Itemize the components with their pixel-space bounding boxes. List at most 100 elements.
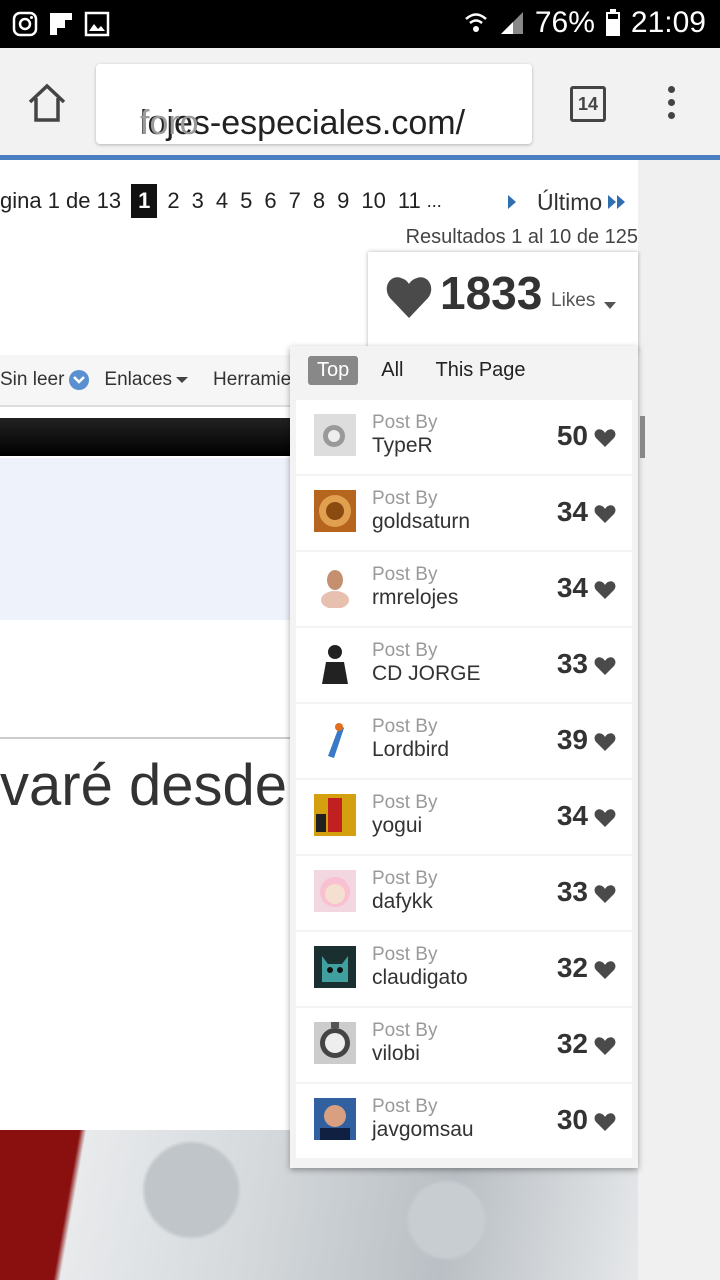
- likes-summary[interactable]: 1833 Likes: [368, 252, 638, 352]
- post-author[interactable]: dafykk: [372, 890, 433, 914]
- page-side-strip: [638, 160, 720, 1280]
- dropdown-caret-icon[interactable]: [175, 375, 189, 385]
- unread-down-icon[interactable]: [68, 369, 90, 391]
- tab-top[interactable]: Top: [308, 356, 359, 385]
- post-author[interactable]: TypeR: [372, 434, 433, 458]
- likes-dropdown-caret-icon[interactable]: [604, 302, 616, 309]
- likes-label: Likes: [551, 290, 596, 311]
- heart-icon: [594, 733, 616, 751]
- heart-icon: [594, 657, 616, 675]
- page-link[interactable]: 7: [283, 188, 307, 214]
- like-score: 34: [556, 800, 588, 831]
- signal-icon: [500, 12, 523, 34]
- page-link[interactable]: 11: [392, 188, 427, 214]
- last-page-link[interactable]: Último: [495, 186, 635, 218]
- links-menu[interactable]: Enlaces: [104, 369, 189, 391]
- last-page-label[interactable]: Último: [537, 189, 602, 216]
- avatar: [314, 794, 356, 836]
- avatar: [314, 414, 356, 456]
- likes-list-item[interactable]: Post By yogui 34: [296, 780, 632, 854]
- heart-icon: [594, 581, 616, 599]
- page-link[interactable]: 10: [355, 188, 391, 214]
- like-score: 34: [556, 496, 588, 527]
- likes-list-item[interactable]: Post By vilobi 32: [296, 1008, 632, 1082]
- avatar: [314, 642, 356, 684]
- page-link[interactable]: 2: [161, 188, 185, 214]
- home-icon[interactable]: [24, 80, 70, 126]
- tools-menu[interactable]: Herramie: [213, 369, 291, 391]
- heart-icon: [594, 1113, 616, 1131]
- post-author[interactable]: javgomsau: [372, 1118, 474, 1142]
- likes-tabs: Top All This Page: [308, 356, 535, 385]
- likes-list-item[interactable]: Post By Lordbird 39: [296, 704, 632, 778]
- like-score: 34: [556, 572, 588, 603]
- post-author[interactable]: rmrelojes: [372, 586, 458, 610]
- heart-icon: [594, 885, 616, 903]
- likes-list-item[interactable]: Post By dafykk 33: [296, 856, 632, 930]
- page-count-label: gina 1 de 13: [0, 188, 122, 213]
- status-bar: 76% 21:09: [0, 0, 720, 48]
- content-panel: [0, 458, 296, 620]
- wifi-icon: [465, 13, 487, 32]
- page-link[interactable]: 8: [307, 188, 331, 214]
- post-author[interactable]: vilobi: [372, 1042, 420, 1066]
- heart-icon: [386, 277, 432, 318]
- post-author[interactable]: yogui: [372, 814, 422, 838]
- page-link[interactable]: 3: [186, 188, 210, 214]
- post-author[interactable]: claudigato: [372, 966, 468, 990]
- like-score: 30: [556, 1104, 588, 1135]
- fast-forward-icon[interactable]: [606, 193, 628, 211]
- tab-switcher-button[interactable]: 14: [570, 86, 606, 122]
- avatar: [314, 870, 356, 912]
- page-link[interactable]: 9: [331, 188, 355, 214]
- likes-list-item[interactable]: Post By goldsaturn 34: [296, 476, 632, 550]
- like-score: 33: [556, 648, 588, 679]
- forum-toolbar: Sin leer Enlaces Herramie: [0, 355, 300, 407]
- avatar: [314, 1098, 356, 1140]
- likes-list-item[interactable]: Post By rmrelojes 34: [296, 552, 632, 626]
- page-load-bar: [0, 155, 720, 160]
- like-score: 32: [556, 1028, 588, 1059]
- address-bar[interactable]: lojes-especiales.com/foro: [96, 64, 532, 144]
- likes-list-item[interactable]: Post By claudigato 32: [296, 932, 632, 1006]
- heart-icon: [594, 809, 616, 827]
- page-link[interactable]: 6: [258, 188, 282, 214]
- avatar: [314, 946, 356, 988]
- likes-list-item[interactable]: Post By CD JORGE 33: [296, 628, 632, 702]
- url-path: foro: [140, 104, 199, 142]
- pagination-ellipsis: ...: [426, 190, 442, 211]
- page-link[interactable]: 5: [234, 188, 258, 214]
- flipboard-icon: [50, 13, 72, 35]
- overflow-menu-icon[interactable]: [668, 86, 678, 125]
- like-score: 39: [556, 724, 588, 755]
- likes-list-item[interactable]: Post By TypeR 50: [296, 400, 632, 474]
- like-score: 32: [556, 952, 588, 983]
- gallery-icon: [84, 11, 110, 37]
- post-author[interactable]: goldsaturn: [372, 510, 470, 534]
- likes-list-item[interactable]: Post By javgomsau 30: [296, 1084, 632, 1158]
- tab-this-page[interactable]: This Page: [426, 356, 534, 385]
- unread-link[interactable]: Sin leer: [0, 369, 90, 391]
- results-summary: Resultados 1 al 10 de 125: [405, 226, 638, 248]
- like-score: 50: [556, 420, 588, 451]
- post-author[interactable]: Lordbird: [372, 738, 449, 762]
- heart-icon: [594, 1037, 616, 1055]
- browser-toolbar: lojes-especiales.com/foro 14: [0, 48, 720, 156]
- instagram-icon: [12, 11, 38, 37]
- current-page: 1: [131, 184, 158, 218]
- like-score: 33: [556, 876, 588, 907]
- heart-icon: [594, 961, 616, 979]
- page-link[interactable]: 4: [210, 188, 234, 214]
- section-header-bar: [0, 418, 296, 456]
- heart-icon: [594, 505, 616, 523]
- avatar: [314, 1022, 356, 1064]
- next-arrow-icon[interactable]: [505, 193, 519, 211]
- tab-all[interactable]: All: [372, 356, 412, 385]
- likes-popup: Top All This Page Post By TypeR 50 Post …: [290, 346, 638, 1168]
- pagination: gina 1 de 13 1 2 3 4 5 6 7 8 9 10 11 ...: [0, 182, 442, 220]
- avatar: [314, 566, 356, 608]
- post-author[interactable]: CD JORGE: [372, 662, 481, 686]
- avatar: [314, 490, 356, 532]
- scrollbar-thumb[interactable]: [640, 416, 645, 458]
- clock: 21:09: [630, 6, 706, 39]
